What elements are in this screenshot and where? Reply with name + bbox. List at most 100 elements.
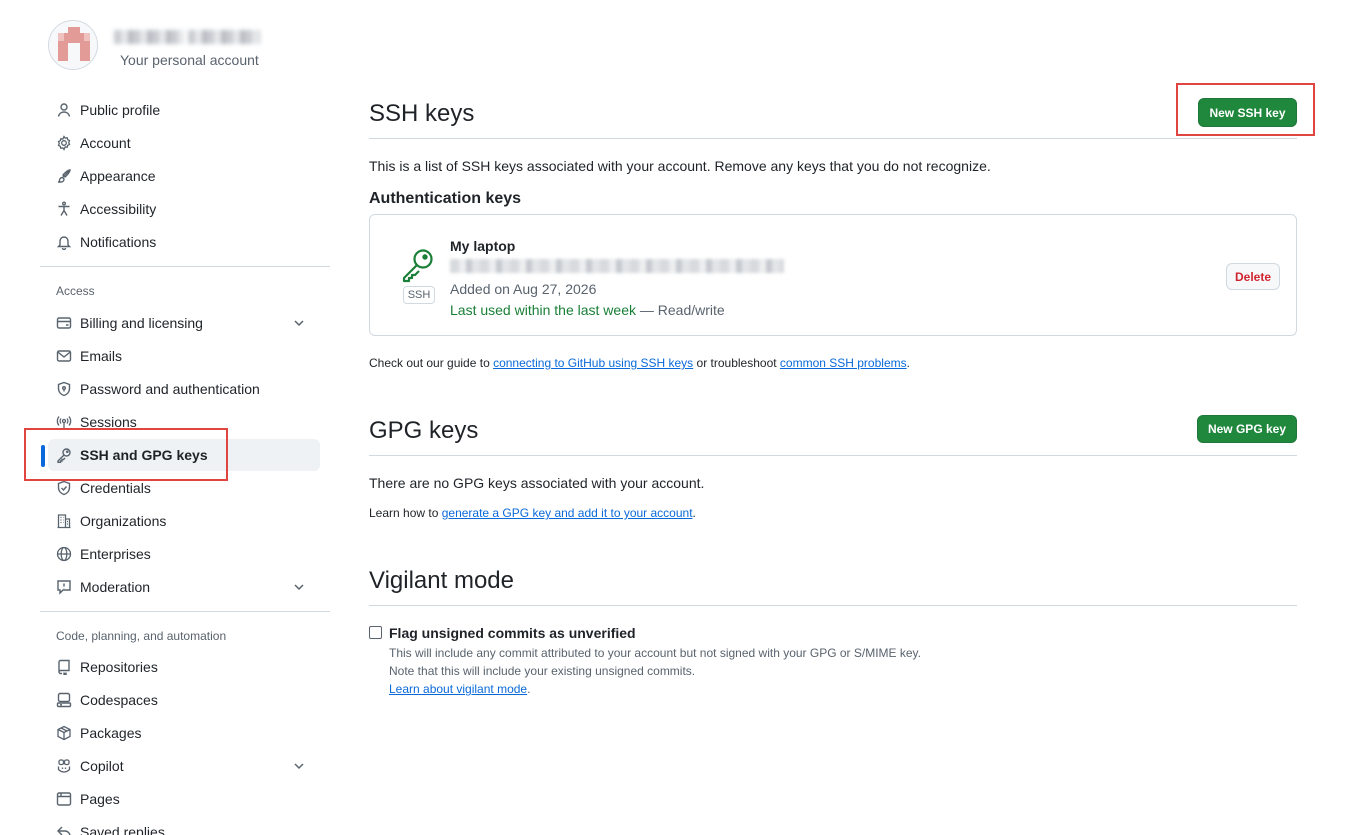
sidebar-item-enterprises[interactable]: Enterprises [48, 538, 320, 570]
chevron-down-icon[interactable] [292, 759, 306, 773]
key-icon [400, 247, 436, 283]
sidebar-item-sessions[interactable]: Sessions [48, 406, 320, 438]
sidebar-item-copilot[interactable]: Copilot [48, 750, 320, 782]
repo-icon [56, 659, 72, 675]
ssh-badge: SSH [403, 286, 435, 304]
sidebar-item-moderation[interactable]: Moderation [48, 571, 320, 603]
key-fingerprint [450, 259, 784, 273]
codespaces-icon [56, 692, 72, 708]
sidebar-item-pages[interactable]: Pages [48, 783, 320, 815]
chevron-down-icon[interactable] [292, 316, 306, 330]
active-indicator [41, 445, 45, 467]
reply-icon [56, 824, 72, 835]
sidebar-item-label: Emails [80, 348, 123, 364]
sidebar-item-label: Public profile [80, 102, 161, 118]
sidebar-item-label: Enterprises [80, 546, 151, 562]
ssh-keys-heading: SSH keys [369, 100, 475, 127]
sidebar-divider [40, 266, 330, 267]
gear-icon [56, 135, 72, 151]
sidebar-item-label: Appearance [80, 168, 156, 184]
sidebar-item-password[interactable]: Password and authentication [48, 373, 320, 405]
sidebar-item-appearance[interactable]: Appearance [48, 160, 320, 192]
sidebar-item-label: Pages [80, 791, 120, 807]
identicon-icon [49, 21, 97, 69]
vigilant-mode-label[interactable]: Flag unsigned commits as unverified [389, 625, 636, 641]
chevron-down-icon[interactable] [292, 580, 306, 594]
sidebar-item-label: Billing and licensing [80, 315, 203, 331]
ssh-troubleshoot-link[interactable]: common SSH problems [780, 356, 907, 370]
sidebar-item-organizations[interactable]: Organizations [48, 505, 320, 537]
gpg-empty-text: There are no GPG keys associated with yo… [369, 475, 705, 491]
sidebar-item-account[interactable]: Account [48, 127, 320, 159]
sidebar-item-label: Sessions [80, 414, 137, 430]
gpg-learn-link[interactable]: generate a GPG key and add it to your ac… [442, 506, 693, 520]
copilot-icon [56, 758, 72, 774]
sidebar-item-label: Accessibility [80, 201, 157, 217]
shield-check-icon [56, 480, 72, 496]
user-header: Your personal account [48, 20, 328, 72]
new-ssh-key-button[interactable]: New SSH key [1198, 98, 1297, 127]
sidebar-item-label: Moderation [80, 579, 151, 595]
sidebar-item-packages[interactable]: Packages [48, 717, 320, 749]
organization-icon [56, 513, 72, 529]
vigilant-mode-checkbox[interactable] [369, 626, 382, 639]
guide-suffix: . [906, 356, 910, 370]
sidebar-item-billing[interactable]: Billing and licensing [48, 307, 320, 339]
sidebar-item-notifications[interactable]: Notifications [48, 226, 320, 258]
key-icon [56, 447, 72, 463]
main-content: SSH keys New SSH key This is a list of S… [369, 0, 1297, 835]
sidebar-item-emails[interactable]: Emails [48, 340, 320, 372]
shield-lock-icon [56, 381, 72, 397]
authentication-keys-heading: Authentication keys [369, 190, 522, 207]
new-gpg-key-button[interactable]: New GPG key [1197, 415, 1297, 443]
vigilant-learn-suffix: . [527, 682, 531, 696]
vigilant-mode-heading: Vigilant mode [369, 567, 514, 594]
ssh-guide-text: Check out our guide to connecting to Git… [369, 356, 910, 370]
vigilant-desc-2: Note that this will include your existin… [389, 664, 696, 678]
sidebar-item-label: Codespaces [80, 692, 158, 708]
credit-card-icon [56, 315, 72, 331]
vigilant-desc-1: This will include any commit attributed … [389, 646, 922, 660]
sidebar-group-access: Access [56, 284, 95, 298]
sidebar-item-label: SSH and GPG keys [80, 447, 208, 463]
bell-icon [56, 234, 72, 250]
sidebar-item-credentials[interactable]: Credentials [48, 472, 320, 504]
gpg-learn-text: Learn how to generate a GPG key and add … [369, 506, 696, 520]
username[interactable] [114, 28, 264, 46]
mail-icon [56, 348, 72, 364]
vigilant-learn-link[interactable]: Learn about vigilant mode [389, 682, 527, 696]
sidebar-item-label: Credentials [80, 480, 151, 496]
account-subtitle: Your personal account [120, 52, 259, 68]
sidebar-item-label: Packages [80, 725, 142, 741]
sidebar-item-accessibility[interactable]: Accessibility [48, 193, 320, 225]
gpg-keys-heading: GPG keys [369, 417, 479, 444]
browser-icon [56, 791, 72, 807]
sidebar-item-public-profile[interactable]: Public profile [48, 94, 320, 126]
sidebar-item-codespaces[interactable]: Codespaces [48, 684, 320, 716]
section-divider [369, 138, 1297, 139]
section-divider [369, 605, 1297, 606]
sidebar-item-saved-replies[interactable]: Saved replies [48, 816, 320, 835]
report-icon [56, 579, 72, 595]
ssh-guide-link[interactable]: connecting to GitHub using SSH keys [493, 356, 693, 370]
sidebar-item-label: Organizations [80, 513, 167, 529]
learn-prefix: Learn how to [369, 506, 442, 520]
sidebar-item-repositories[interactable]: Repositories [48, 651, 320, 683]
avatar[interactable] [48, 20, 98, 70]
sidebar-item-label: Password and authentication [80, 381, 260, 397]
key-last-used: Last used within the last week — Read/wr… [450, 302, 725, 318]
person-icon [56, 102, 72, 118]
package-icon [56, 725, 72, 741]
sidebar-group-code: Code, planning, and automation [56, 629, 227, 643]
accessibility-icon [56, 201, 72, 217]
key-access-level: — Read/write [636, 302, 725, 318]
sidebar-item-label: Account [80, 135, 131, 151]
settings-sidebar: Your personal account Public profile Acc… [40, 0, 330, 835]
sidebar-item-ssh-gpg-keys[interactable]: SSH and GPG keys [41, 439, 320, 471]
sidebar-item-label: Notifications [80, 234, 157, 250]
learn-suffix: . [692, 506, 696, 520]
key-title: My laptop [450, 238, 516, 254]
sidebar-item-label: Copilot [80, 758, 124, 774]
delete-key-button[interactable]: Delete [1226, 263, 1280, 290]
sidebar-divider [40, 611, 330, 612]
